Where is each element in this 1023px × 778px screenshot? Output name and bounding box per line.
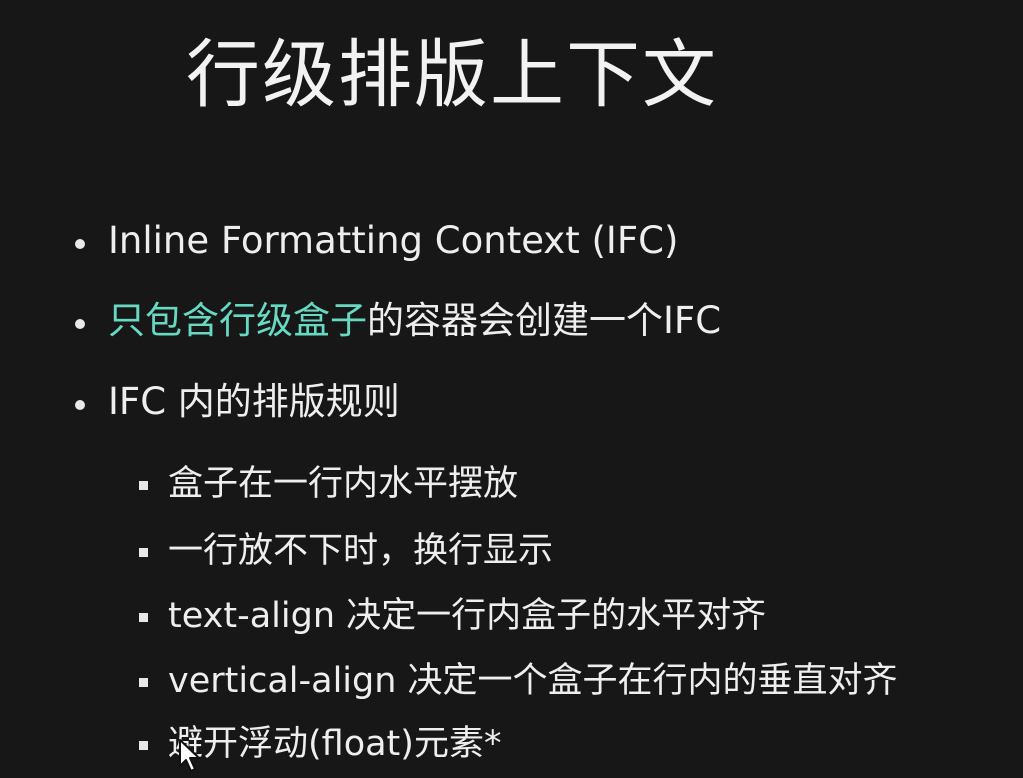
sub-bullet-item-text-align: text-align 决定一行内盒子的水平对齐 — [138, 596, 767, 636]
slide: 行级排版上下文 Inline Formatting Context (IFC) … — [0, 0, 1023, 778]
slide-title: 行级排版上下文 — [186, 32, 718, 118]
mouse-pointer-icon — [179, 739, 200, 772]
bullet-item-ifc-creation: 只包含行级盒子的容器会创建一个IFC — [74, 298, 722, 344]
sub-bullet-item-float: 避开浮动(float)元素* — [138, 724, 502, 764]
bullet-item-ifc-rules: IFC 内的排版规则 — [75, 380, 400, 423]
bullet-item-ifc-definition: Inline Formatting Context (IFC) — [74, 219, 679, 262]
bullet-text: 的容器会创建一个IFC — [367, 299, 722, 342]
sub-bullet-item-line-wrap: 一行放不下时，换行显示 — [138, 531, 554, 571]
sub-bullet-item-horizontal-placement: 盒子在一行内水平摆放 — [138, 464, 519, 504]
sub-bullet-item-vertical-align: vertical-align 决定一个盒子在行内的垂直对齐 — [139, 661, 898, 701]
highlighted-text: 只包含行级盒子 — [108, 299, 367, 342]
